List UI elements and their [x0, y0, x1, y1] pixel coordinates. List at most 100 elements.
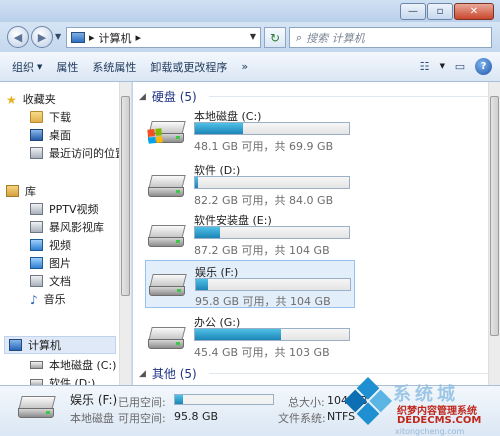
window-controls: — ▫ ✕ [399, 3, 494, 20]
videos-icon [30, 239, 43, 251]
nav-item-label: 文档 [49, 275, 71, 288]
address-bar[interactable]: ▸ 计算机 ▸ ▼ [66, 27, 261, 48]
drive-icon [30, 361, 43, 369]
organize-menu[interactable]: 组织 ▼ [12, 59, 42, 75]
details-free-label: 可用空间: [118, 412, 166, 425]
system-properties-button[interactable]: 系统属性 [92, 59, 136, 75]
collapse-triangle-icon[interactable]: ◢ [139, 369, 146, 379]
nav-scrollbar[interactable] [119, 82, 131, 385]
collapse-triangle-icon[interactable]: ◢ [139, 92, 146, 102]
drive-usage-fill [195, 329, 282, 340]
details-usage-fill [175, 395, 183, 404]
details-usage-bar [174, 394, 274, 405]
nav-item-videos[interactable]: 视频 [30, 236, 71, 254]
properties-label: 属性 [56, 60, 79, 74]
details-drive-name: 娱乐 (F:) [70, 393, 118, 407]
drive-space-info: 82.2 GB 可用，共 84.0 GB [194, 194, 334, 207]
video-library-icon [30, 221, 43, 233]
drive-tile-g[interactable]: 办公 (G:) 45.4 GB 可用，共 103 GB [145, 314, 355, 362]
nav-favorites[interactable]: ★ 收藏夹 [6, 90, 56, 108]
drive-tile-d[interactable]: 软件 (D:) 82.2 GB 可用，共 84.0 GB [145, 162, 355, 210]
uninstall-program-button[interactable]: 卸载或更改程序 [150, 59, 227, 75]
breadcrumb-arrow[interactable]: ▸ [136, 31, 142, 44]
maximize-button[interactable]: ▫ [427, 3, 453, 20]
nav-computer[interactable]: 计算机 [4, 336, 116, 354]
nav-scrollbar-thumb[interactable] [121, 96, 130, 296]
address-dropdown-icon[interactable]: ▼ [250, 32, 256, 41]
nav-item-label: 音乐 [43, 293, 66, 306]
nav-item-pictures[interactable]: 图片 [30, 254, 71, 272]
watermark-line3: xitongcheng.com [395, 427, 465, 436]
watermark-logo-icon [343, 376, 393, 426]
forward-button[interactable]: ▶ [31, 26, 53, 48]
selected-drive-icon [18, 396, 56, 424]
drive-space-info: 45.4 GB 可用，共 103 GB [194, 346, 330, 359]
hard-drive-icon [148, 175, 186, 201]
search-placeholder: 搜索 计算机 [306, 31, 365, 45]
nav-item-label: 最近访问的位置 [49, 147, 126, 160]
drive-usage-fill [196, 279, 209, 290]
group-header-hdd[interactable]: ◢ 硬盘 (5) [139, 88, 494, 105]
nav-libraries-label: 库 [25, 185, 36, 198]
nav-item-baofeng[interactable]: 暴风影视库 [30, 218, 104, 236]
pictures-icon [30, 257, 43, 269]
group-divider [208, 373, 494, 374]
content-pane: ◢ 硬盘 (5) 本地磁盘 (C:) 48.1 GB 可用，共 69.9 GB … [133, 82, 500, 385]
group-title: 硬盘 (5) [151, 90, 197, 104]
minimize-button[interactable]: — [400, 3, 426, 20]
more-commands-button[interactable]: » [241, 60, 248, 73]
view-dropdown-icon[interactable]: ▼ [440, 62, 445, 70]
nav-item-documents[interactable]: 文档 [30, 272, 71, 290]
nav-item-label: 桌面 [49, 129, 71, 142]
help-icon[interactable]: ? [475, 57, 492, 75]
nav-item-drive-d[interactable]: 软件 (D:) [30, 374, 95, 385]
group-title: 其他 (5) [151, 367, 197, 381]
library-icon [6, 185, 19, 197]
computer-icon [9, 339, 22, 351]
arrow-right-icon: ▶ [37, 30, 47, 44]
drive-tile-e[interactable]: 软件安装盘 (E:) 87.2 GB 可用，共 104 GB [145, 212, 355, 260]
hard-drive-icon [148, 327, 186, 353]
drive-tile-f[interactable]: 娱乐 (F:) 95.8 GB 可用，共 104 GB [145, 260, 355, 308]
hard-drive-icon [147, 121, 186, 147]
drive-space-info: 87.2 GB 可用，共 104 GB [194, 244, 330, 257]
nav-item-downloads[interactable]: 下载 [30, 108, 71, 126]
nav-item-label: 图片 [49, 257, 71, 270]
nav-item-desktop[interactable]: 桌面 [30, 126, 71, 144]
nav-item-label: 下载 [49, 111, 71, 124]
breadcrumb-root-arrow[interactable]: ▸ [89, 31, 95, 44]
content-scrollbar-thumb[interactable] [490, 96, 499, 336]
details-free-value: 95.8 GB [174, 410, 219, 423]
organize-label: 组织 [12, 60, 34, 74]
refresh-button[interactable]: ↻ [264, 27, 286, 48]
search-input[interactable]: ⌕ 搜索 计算机 [289, 27, 492, 48]
watermark-line2: DEDECMS.COM [397, 415, 482, 426]
properties-button[interactable]: 属性 [56, 59, 78, 75]
nav-item-music[interactable]: ♪ 音乐 [30, 290, 66, 308]
drive-usage-bar [194, 122, 350, 135]
nav-item-label: 视频 [49, 239, 71, 252]
preview-pane-icon[interactable]: ▭ [451, 57, 469, 75]
back-button[interactable]: ◀ [7, 26, 29, 48]
desktop-icon [30, 129, 43, 141]
content-scrollbar[interactable] [488, 82, 500, 385]
chevron-down-icon: ▼ [37, 62, 43, 71]
details-fs-label: 文件系统: [278, 412, 326, 425]
view-options-icon[interactable]: ☷ [416, 57, 434, 75]
nav-item-pptv[interactable]: PPTV视频 [30, 200, 99, 218]
drive-tile-c[interactable]: 本地磁盘 (C:) 48.1 GB 可用，共 69.9 GB [145, 108, 355, 156]
uninstall-program-label: 卸载或更改程序 [150, 60, 228, 74]
computer-icon [71, 32, 85, 43]
music-icon: ♪ [30, 293, 38, 307]
nav-libraries[interactable]: 库 [6, 182, 36, 200]
breadcrumb-computer[interactable]: 计算机 [99, 30, 132, 46]
nav-item-label: 软件 (D:) [49, 377, 96, 385]
windows-logo-icon [147, 128, 163, 144]
navigation-pane: ★ 收藏夹 下载 桌面 最近访问的位置 库 PPTV视频 暴风影视库 视频 图片… [0, 82, 132, 385]
nav-item-recent-places[interactable]: 最近访问的位置 [30, 144, 126, 162]
hard-drive-icon [148, 225, 186, 251]
nav-item-drive-c[interactable]: 本地磁盘 (C:) [30, 356, 116, 374]
hard-drive-icon [149, 274, 187, 300]
close-button[interactable]: ✕ [454, 3, 494, 20]
history-dropdown-icon[interactable]: ▼ [55, 32, 61, 41]
